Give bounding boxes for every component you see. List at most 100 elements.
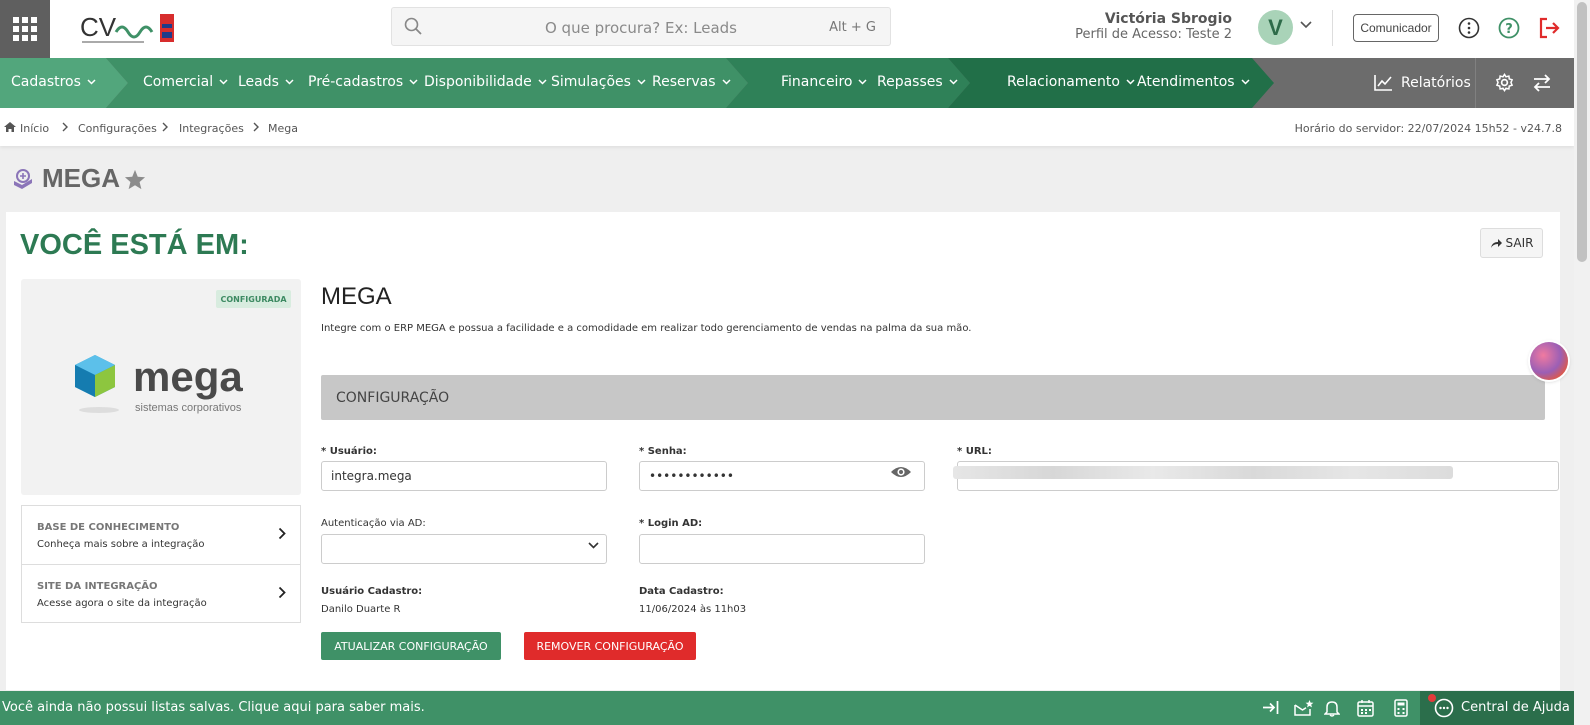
config-section-header: CONFIGURAÇÃO [321,375,1545,420]
url-label: * URL: [957,446,992,457]
search-placeholder: O que procura? Ex: Leads [544,19,737,37]
chevron-down-icon [538,79,547,85]
chevron-down-icon [87,79,96,85]
top-header: CV O que procura? Ex: Leads Alt + G Vict… [0,0,1574,58]
svg-text:CV: CV [80,12,117,42]
eye-icon[interactable] [890,465,912,479]
integration-links: BASE DE CONHECIMENTO Conheça mais sobre … [21,505,301,623]
nav-item-atendimentos[interactable]: Atendimentos [1137,74,1250,90]
chevron-down-icon [722,79,731,85]
mega-logo-word: mega [133,353,243,400]
share-arrow-icon [1490,238,1502,248]
nav-divider [1475,58,1476,108]
mega-logo: mega sistemas corporativos [75,353,243,414]
nav-item-financeiro[interactable]: Financeiro [781,74,867,90]
breadcrumb-current: Mega [268,122,298,135]
search-shortcut: Alt + G [829,20,876,35]
chevron-down-icon [637,79,646,85]
cv-logo[interactable]: CV [80,12,176,46]
password-input[interactable]: •••••••••••• [639,461,925,491]
scrollbar-thumb[interactable] [1577,2,1587,262]
integration-site-link[interactable]: SITE DA INTEGRAÇÃO Acesse agora o site d… [22,564,300,622]
chevron-down-icon [219,79,228,85]
chevron-right-icon [278,527,286,540]
global-search[interactable]: O que procura? Ex: Leads Alt + G [391,7,891,46]
mail-star-icon[interactable] [1294,699,1314,717]
exit-button[interactable]: SAIR [1480,228,1543,258]
section-heading: VOCÊ ESTÁ EM: [20,229,249,261]
chevron-down-icon [588,542,599,549]
chevron-right-icon [62,122,68,132]
chevron-down-icon [285,79,294,85]
user-profile[interactable]: Perfil de Acesso: Teste 2 [1075,27,1232,42]
breadcrumb: Início Configurações Integrações Mega Ho… [0,108,1574,146]
gear-icon[interactable] [1495,73,1514,92]
ad-auth-label: Autenticação via AD: [321,518,426,529]
nav-item-comercial[interactable]: Comercial [143,74,228,90]
communicator-button[interactable]: Comunicador [1353,14,1439,42]
svg-text:?: ? [1505,22,1513,37]
logout-icon[interactable] [1537,16,1561,40]
page-title: MEGA [42,163,120,193]
calendar-icon[interactable] [1357,699,1374,717]
chevron-down-icon [949,79,958,85]
nav-item-reservas[interactable]: Reservas [652,74,731,90]
chevron-down-icon [409,79,418,85]
server-time: Horário do servidor: 22/07/2024 15h52 - … [1294,122,1562,135]
chevron-down-icon[interactable] [1300,21,1312,29]
remove-config-button[interactable]: REMOVER CONFIGURAÇÃO [524,632,696,660]
integration-icon [14,169,32,189]
reports-link[interactable]: Relatórios [1374,74,1471,91]
breadcrumb-home[interactable]: Início [20,122,49,135]
breadcrumb-integrations[interactable]: Integrações [179,122,244,135]
nav-item-disponibilidade[interactable]: Disponibilidade [424,74,547,90]
nav-item-leads[interactable]: Leads [238,74,294,90]
help-center-button[interactable]: Central de Ajuda [1420,691,1574,725]
password-label: * Senha: [639,446,687,457]
notification-dot [1428,694,1436,702]
status-badge: CONFIGURADA [216,290,291,308]
created-date-value: 11/06/2024 às 11h03 [639,604,747,615]
mega-logo-tagline: sistemas corporativos [135,402,242,414]
ad-auth-select[interactable] [321,534,607,564]
breadcrumb-settings[interactable]: Configurações [78,122,157,135]
created-by-label: Usuário Cadastro: [321,586,423,597]
url-value-redacted [953,466,1453,479]
apps-grid-icon [13,17,37,41]
main-nav: Cadastros Comercial Leads Pré-cadastros … [0,58,1574,108]
chat-bubble-icon [1434,698,1454,718]
nav-item-simulacoes[interactable]: Simulações [551,74,646,90]
user-input[interactable]: integra.mega [321,461,607,491]
assistant-bubble[interactable] [1530,342,1568,380]
integration-description: Integre com o ERP MEGA e possua a facili… [321,323,972,334]
apps-menu-button[interactable] [0,0,50,58]
created-date-label: Data Cadastro: [639,586,724,597]
header-divider [1332,10,1333,46]
chevron-right-icon [253,122,259,132]
help-icon[interactable]: ? [1498,17,1520,39]
user-name[interactable]: Victória Sbrogio [1105,11,1232,27]
bell-icon[interactable] [1324,699,1340,717]
update-config-button[interactable]: ATUALIZAR CONFIGURAÇÃO [321,632,501,660]
swap-arrows-icon[interactable] [1532,74,1552,92]
created-by-value: Danilo Duarte R [321,604,401,615]
integration-title: MEGA [321,283,392,310]
ad-login-label: * Login AD: [639,518,703,529]
nav-item-relacionamento[interactable]: Relacionamento [1007,74,1135,90]
home-icon[interactable] [3,121,17,133]
nav-item-cadastros[interactable]: Cadastros [11,74,96,90]
calculator-icon[interactable] [1394,699,1408,717]
more-options-icon[interactable] [1458,17,1480,39]
ad-login-input[interactable] [639,534,925,564]
nav-item-pre-cadastros[interactable]: Pré-cadastros [308,74,418,90]
nav-item-repasses[interactable]: Repasses [877,74,958,90]
knowledge-base-link[interactable]: BASE DE CONHECIMENTO Conheça mais sobre … [22,506,300,564]
chevron-down-icon [858,79,867,85]
favorite-star-icon[interactable] [124,169,146,190]
line-chart-icon [1374,75,1392,91]
saved-lists-message[interactable]: Você ainda não possui listas salvas. Cli… [2,700,425,715]
avatar[interactable]: V [1258,10,1293,45]
user-label: * Usuário: [321,446,377,457]
chevron-right-icon [162,122,168,132]
collapse-right-icon[interactable] [1262,700,1279,715]
